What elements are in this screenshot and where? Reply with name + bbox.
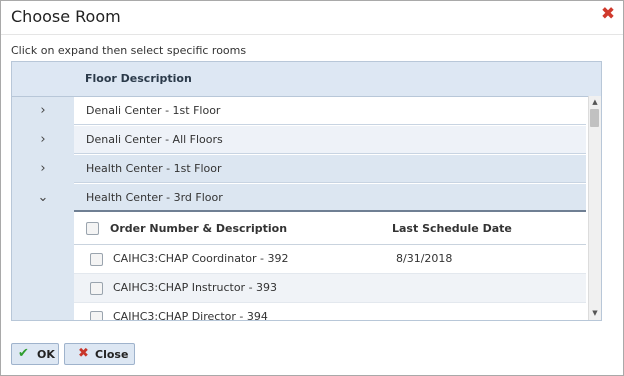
x-icon: ✖ [78,346,89,361]
room-description: CAIHC3:CHAP Director - 394 [113,310,268,320]
dialog-title: Choose Room [11,7,121,26]
checkmark-icon: ✔ [18,346,29,361]
floor-description-header[interactable]: Floor Description [85,72,192,85]
room-description: CAIHC3:CHAP Instructor - 393 [113,281,278,294]
vertical-scrollbar[interactable]: ▲ ▼ [588,96,601,320]
room-row[interactable]: CAIHC3:CHAP Instructor - 393 [74,274,586,303]
room-subgrid: Order Number & Description Last Schedule… [74,213,586,320]
room-checkbox[interactable] [90,282,103,295]
grid-header: Floor Description [12,62,601,97]
choose-room-dialog: Choose Room ✖ Click on expand then selec… [0,0,624,376]
subgrid-header: Order Number & Description Last Schedule… [74,213,586,245]
close-button[interactable]: ✖ Close [64,343,135,365]
close-x-icon[interactable]: ✖ [600,6,616,23]
room-row[interactable]: CAIHC3:CHAP Director - 394 [74,303,586,320]
ok-button[interactable]: ✔ OK [11,343,59,365]
expand-chevron-icon[interactable]: › [12,155,74,184]
floor-row[interactable]: › Health Center - 1st Floor [12,155,586,184]
close-button-label: Close [95,348,129,361]
floor-row[interactable]: › Denali Center - 1st Floor [12,97,586,126]
scrollbar-thumb[interactable] [590,109,599,127]
room-checkbox[interactable] [90,253,103,266]
room-description: CAIHC3:CHAP Coordinator - 392 [113,252,289,265]
floor-description-cell[interactable]: Health Center - 3rd Floor [74,184,586,212]
last-schedule-date-header[interactable]: Last Schedule Date [392,222,512,235]
room-row[interactable]: CAIHC3:CHAP Coordinator - 392 8/31/2018 [74,245,586,274]
scroll-down-arrow-icon[interactable]: ▼ [591,309,599,317]
detail-indent-strip [12,212,74,320]
expand-chevron-icon[interactable]: › [12,97,74,126]
floor-row[interactable]: ⌄ Health Center - 3rd Floor [12,184,586,213]
floor-description-cell[interactable]: Denali Center - 1st Floor [74,97,586,125]
instructions-text: Click on expand then select specific roo… [11,44,247,57]
scroll-up-arrow-icon[interactable]: ▲ [591,98,599,106]
collapse-chevron-icon[interactable]: ⌄ [12,184,74,213]
room-checkbox[interactable] [90,311,103,320]
floor-description-cell[interactable]: Denali Center - All Floors [74,126,586,154]
select-all-checkbox[interactable] [86,222,99,235]
expand-chevron-icon[interactable]: › [12,126,74,155]
floor-grid: Floor Description › Denali Center - 1st … [11,61,602,321]
order-number-description-header[interactable]: Order Number & Description [110,222,287,235]
room-last-schedule-date: 8/31/2018 [396,252,453,265]
floor-description-cell[interactable]: Health Center - 1st Floor [74,155,586,183]
floor-row[interactable]: › Denali Center - All Floors [12,126,586,155]
ok-button-label: OK [37,348,55,361]
dialog-titlebar: Choose Room ✖ [1,1,623,35]
